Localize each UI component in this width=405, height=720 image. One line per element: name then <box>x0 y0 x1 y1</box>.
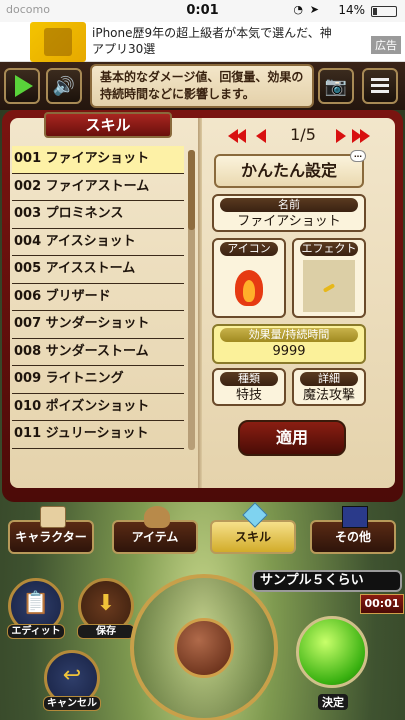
type-field[interactable]: 種類 特技 <box>212 368 286 406</box>
play-icon <box>15 75 33 97</box>
list-item[interactable]: 009 ライトニング <box>12 366 184 394</box>
amount-field[interactable]: 効果量/持続時間 9999 <box>212 324 366 364</box>
icon-label: アイコン <box>220 242 278 256</box>
tab-label: キャラクター <box>15 530 87 544</box>
skill-tab-header: スキル <box>44 112 172 138</box>
tab-other[interactable]: その他 <box>310 506 396 554</box>
amount-value: 9999 <box>272 344 306 359</box>
ad-badge: 広告 <box>371 36 401 54</box>
first-page-icon-2[interactable] <box>236 129 246 143</box>
effect-label: エフェクト <box>300 242 358 256</box>
flag-icon <box>342 506 368 528</box>
save-label: 保存 <box>77 624 135 639</box>
tab-item[interactable]: アイテム <box>112 506 198 554</box>
left-page: スキル 001 ファイアショット 002 ファイアストーム 003 プロミネンス… <box>10 112 200 488</box>
speech-bubble-icon: … <box>350 150 366 162</box>
status-bar: docomo 0:01 ◔ ➤ 14% <box>0 0 405 22</box>
download-arrow-icon: ⬇ <box>96 591 116 616</box>
speaker-icon: 🔊 <box>52 75 76 97</box>
sound-button[interactable]: 🔊 <box>46 68 82 104</box>
crystal-icon <box>242 502 268 528</box>
alarm-icon: ◔ <box>293 3 303 16</box>
detail-value: 魔法攻撃 <box>302 388 355 403</box>
prev-page-icon[interactable] <box>256 129 266 143</box>
battery-percent: 14% <box>338 3 365 17</box>
list-item[interactable]: 011 ジュリーショット <box>12 421 184 449</box>
edit-label: エディット <box>7 624 65 639</box>
clipboard-icon: 📋 <box>22 591 50 616</box>
detail-label: 詳細 <box>300 372 358 386</box>
joystick-knob[interactable] <box>174 618 234 678</box>
tab-label: スキル <box>234 530 271 544</box>
ad-thumbnail <box>30 22 86 62</box>
menu-button[interactable] <box>362 68 398 104</box>
effect-field[interactable]: エフェクト <box>292 238 366 318</box>
list-item[interactable]: 005 アイスストーム <box>12 256 184 284</box>
scrollbar-thumb[interactable] <box>188 150 195 230</box>
ad-banner[interactable]: iPhone歴9年の超上級者が本気で選んだ、神アプリ30選 広告 <box>0 22 405 62</box>
decide-label: 決定 <box>318 694 348 710</box>
icon-field[interactable]: アイコン <box>212 238 286 318</box>
right-page: 1/5 かんたん設定 … 名前 ファイアショット アイコン エフェクト 効果量/… <box>202 118 395 488</box>
battery-icon <box>371 6 397 17</box>
virtual-joystick[interactable] <box>130 574 278 720</box>
bag-icon <box>144 506 170 528</box>
tab-label: その他 <box>334 530 371 544</box>
fire-icon <box>231 264 267 308</box>
project-name: サンプル５くらい <box>252 570 402 592</box>
location-icon: ➤ <box>309 3 319 16</box>
apply-button[interactable]: 適用 <box>238 420 346 456</box>
type-label: 種類 <box>220 372 278 386</box>
scroll-icon <box>40 506 66 528</box>
list-item[interactable]: 006 ブリザード <box>12 284 184 311</box>
list-item[interactable]: 001 ファイアショット <box>12 146 184 174</box>
tab-skill[interactable]: スキル <box>210 502 296 554</box>
game-screen: 🔊 基本的なダメージ値、回復量、効果の持続時間などに影響します。 📷 スキル 0… <box>0 62 405 720</box>
list-item[interactable]: 008 サンダーストーム <box>12 339 184 366</box>
camera-icon: 📷 <box>324 75 348 97</box>
detail-field[interactable]: 詳細 魔法攻撃 <box>292 368 366 406</box>
list-item[interactable]: 010 ポイズンショット <box>12 394 184 421</box>
tab-character[interactable]: キャラクター <box>8 506 94 554</box>
category-tabs: キャラクター アイテム スキル その他 <box>0 502 405 556</box>
edit-button[interactable]: 📋 エディット <box>7 578 65 639</box>
simple-settings-button[interactable]: かんたん設定 … <box>214 150 366 188</box>
timer: 00:01 <box>360 594 404 614</box>
name-label: 名前 <box>220 198 358 212</box>
undo-arrow-icon: ↩ <box>62 663 82 688</box>
screenshot-button[interactable]: 📷 <box>318 68 354 104</box>
last-page-icon-2[interactable] <box>360 129 370 143</box>
list-item[interactable]: 003 プロミネンス <box>12 201 184 229</box>
decide-button[interactable] <box>296 616 368 688</box>
list-item[interactable]: 004 アイスショット <box>12 229 184 256</box>
skill-book: スキル 001 ファイアショット 002 ファイアストーム 003 プロミネンス… <box>2 110 403 502</box>
save-button[interactable]: ⬇ 保存 <box>77 578 135 639</box>
ad-text: iPhone歴9年の超上級者が本気で選んだ、神アプリ30選 <box>92 26 332 56</box>
type-value: 特技 <box>235 388 262 403</box>
list-item[interactable]: 007 サンダーショット <box>12 311 184 339</box>
play-button[interactable] <box>4 68 40 104</box>
name-field[interactable]: 名前 ファイアショット <box>212 194 366 232</box>
skill-list[interactable]: 001 ファイアショット 002 ファイアストーム 003 プロミネンス 004… <box>12 146 184 449</box>
cancel-label: キャンセル <box>43 696 101 711</box>
tab-label: アイテム <box>131 530 179 544</box>
page-number: 1/5 <box>290 125 316 144</box>
next-page-icon[interactable] <box>336 129 346 143</box>
pager: 1/5 <box>224 123 374 149</box>
list-item[interactable]: 002 ファイアストーム <box>12 174 184 201</box>
amount-label: 効果量/持続時間 <box>220 328 358 342</box>
help-tip: 基本的なダメージ値、回復量、効果の持続時間などに影響します。 <box>90 64 314 108</box>
effect-preview-icon <box>303 260 355 312</box>
top-bar: 🔊 基本的なダメージ値、回復量、効果の持続時間などに影響します。 📷 <box>0 62 405 110</box>
name-value: ファイアショット <box>237 214 341 229</box>
simple-settings-label: かんたん設定 <box>240 161 337 180</box>
cancel-button[interactable]: ↩ キャンセル <box>43 650 101 711</box>
menu-icon <box>371 78 389 94</box>
list-scrollbar[interactable] <box>188 150 195 450</box>
